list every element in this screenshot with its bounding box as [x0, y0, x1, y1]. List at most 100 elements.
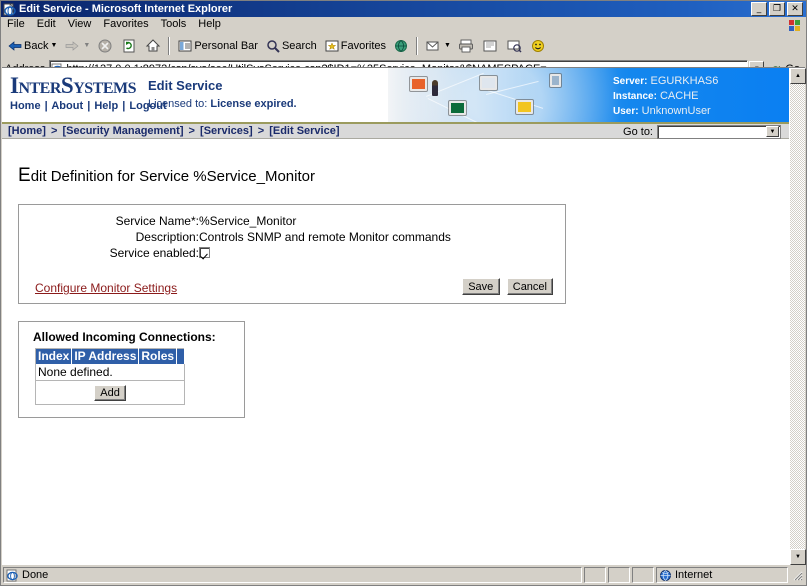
form-row-service-name: Service Name*: %Service_Monitor	[19, 213, 451, 229]
allowed-incoming-connections-panel: Allowed Incoming Connections: Index IP A…	[18, 321, 245, 418]
resize-grip[interactable]	[790, 568, 804, 582]
service-definition-form: Service Name*: %Service_Monitor Descript…	[18, 204, 566, 304]
edit-icon	[481, 37, 499, 55]
goto-select[interactable]: ▼	[657, 124, 781, 139]
add-connection-button[interactable]: Add	[94, 385, 126, 401]
home-button[interactable]	[141, 35, 165, 57]
forward-dropdown-icon[interactable]: ▼	[83, 42, 90, 49]
menu-help[interactable]: Help	[192, 17, 227, 32]
messenger-button[interactable]	[526, 35, 550, 57]
mail-button[interactable]: ▼	[421, 35, 454, 57]
logo-wordmark: InterSystems	[10, 73, 137, 98]
minimize-button[interactable]: _	[751, 2, 767, 16]
scrollbar-track[interactable]	[790, 84, 805, 549]
close-button[interactable]: ✕	[787, 2, 803, 16]
menu-view[interactable]: View	[62, 17, 98, 32]
menu-tools[interactable]: Tools	[155, 17, 193, 32]
breadcrumb-item-security-management[interactable]: [Security Management]	[62, 125, 183, 137]
breadcrumb-separator: >	[50, 125, 58, 137]
service-name-value: %Service_Monitor	[199, 214, 297, 228]
discuss-button[interactable]	[502, 35, 526, 57]
banner-link-about[interactable]: About	[51, 100, 83, 112]
intersystems-logo[interactable]: InterSystems Home | About | Help | Logou…	[10, 73, 167, 112]
forward-arrow-icon	[63, 37, 81, 55]
personal-bar-label: Personal Bar	[194, 39, 258, 52]
form-footer: Configure Monitor Settings Save Cancel	[19, 278, 555, 295]
favorites-button[interactable]: Favorites	[320, 35, 389, 57]
cancel-button[interactable]: Cancel	[506, 278, 553, 295]
favorites-button-label: Favorites	[340, 39, 387, 52]
stop-icon	[96, 37, 114, 55]
personal-bar-icon	[176, 37, 194, 55]
connections-title: Allowed Incoming Connections:	[33, 330, 216, 344]
breadcrumb-item-home[interactable]: [Home]	[8, 125, 46, 137]
description-value: Controls SNMP and remote Monitor command…	[199, 230, 451, 244]
goto-control: Go to: ▼	[623, 124, 781, 139]
banner-session-info: Server: EGURKHAS6 Instance: CACHE User: …	[613, 74, 783, 119]
ie-browser-window: Edit Service - Microsoft Internet Explor…	[0, 0, 807, 586]
column-header-roles: Roles	[138, 348, 178, 364]
breadcrumb-separator: >	[188, 125, 195, 137]
ie-document-icon	[6, 569, 19, 582]
search-button-label: Search	[281, 39, 317, 52]
menu-file[interactable]: File	[1, 17, 31, 32]
banner-monitor-icon	[550, 74, 561, 87]
column-header-ip-address: IP Address	[71, 348, 140, 364]
scroll-up-button[interactable]: ▲	[790, 68, 806, 84]
search-icon	[264, 37, 282, 55]
mail-icon	[424, 37, 442, 55]
banner-server: Server: EGURKHAS6	[613, 74, 783, 89]
internet-zone-icon	[659, 569, 672, 582]
back-button[interactable]: Back ▼	[3, 35, 60, 57]
scroll-down-button[interactable]: ▼	[790, 549, 806, 565]
goto-label: Go to:	[623, 125, 653, 138]
user-value: UnknownUser	[641, 105, 711, 117]
mail-dropdown-icon[interactable]: ▼	[444, 42, 451, 49]
breadcrumb-item-services[interactable]: [Services]	[200, 125, 253, 137]
security-zone-panel[interactable]: Internet	[656, 567, 788, 583]
vertical-scrollbar[interactable]: ▲ ▼	[789, 68, 806, 565]
banner-link-home[interactable]: Home	[10, 100, 41, 112]
server-label: Server:	[613, 76, 648, 87]
breadcrumb-separator: >	[257, 125, 265, 137]
refresh-button[interactable]	[117, 35, 141, 57]
page-title-rest: dit Definition for Service %Service_Moni…	[30, 168, 315, 185]
forward-button[interactable]: ▼	[60, 35, 93, 57]
banner-license: Licensed to: License expired.	[148, 98, 297, 110]
status-message-panel: Done	[3, 567, 582, 583]
browser-toolbar: Back ▼ ▼ Personal Bar Search Favorites ▼	[1, 33, 806, 59]
configure-monitor-settings-link[interactable]: Configure Monitor Settings	[35, 281, 177, 295]
favorites-star-icon	[323, 37, 341, 55]
banner-instance: Instance: CACHE	[613, 89, 783, 104]
back-button-label: Back	[24, 39, 49, 52]
status-bar: Done Internet	[2, 566, 805, 584]
menu-favorites[interactable]: Favorites	[97, 17, 154, 32]
form-row-service-enabled: Service enabled:	[19, 245, 451, 261]
chevron-down-icon[interactable]: ▼	[766, 126, 779, 137]
server-value: EGURKHAS6	[650, 75, 719, 87]
print-button[interactable]	[454, 35, 478, 57]
breadcrumb-item-edit-service[interactable]: [Edit Service]	[269, 125, 339, 137]
banner-link-help[interactable]: Help	[94, 100, 118, 112]
back-arrow-icon	[6, 37, 24, 55]
save-button[interactable]: Save	[461, 278, 500, 295]
stop-button[interactable]	[93, 35, 117, 57]
personal-bar-button[interactable]: Personal Bar	[173, 35, 261, 57]
restore-button[interactable]: ❐	[769, 2, 785, 16]
banner-person-icon	[432, 80, 438, 96]
form-row-description: Description: Controls SNMP and remote Mo…	[19, 229, 451, 245]
instance-label: Instance:	[613, 91, 657, 102]
banner-monitor-icon	[516, 100, 533, 114]
page-content: Edit Definition for Service %Service_Mon…	[2, 165, 789, 418]
back-dropdown-icon[interactable]: ▼	[50, 42, 57, 49]
history-icon	[392, 37, 410, 55]
search-button[interactable]: Search	[261, 35, 320, 57]
edit-button[interactable]	[478, 35, 502, 57]
history-button[interactable]	[389, 35, 413, 57]
security-zone-label: Internet	[675, 569, 713, 581]
breadcrumb-bar: [Home] > [Security Management] > [Servic…	[2, 124, 789, 139]
service-enabled-checkbox[interactable]	[199, 247, 210, 258]
status-message: Done	[22, 569, 49, 581]
menu-edit[interactable]: Edit	[31, 17, 62, 32]
banner-page-title: Edit Service	[148, 78, 223, 93]
